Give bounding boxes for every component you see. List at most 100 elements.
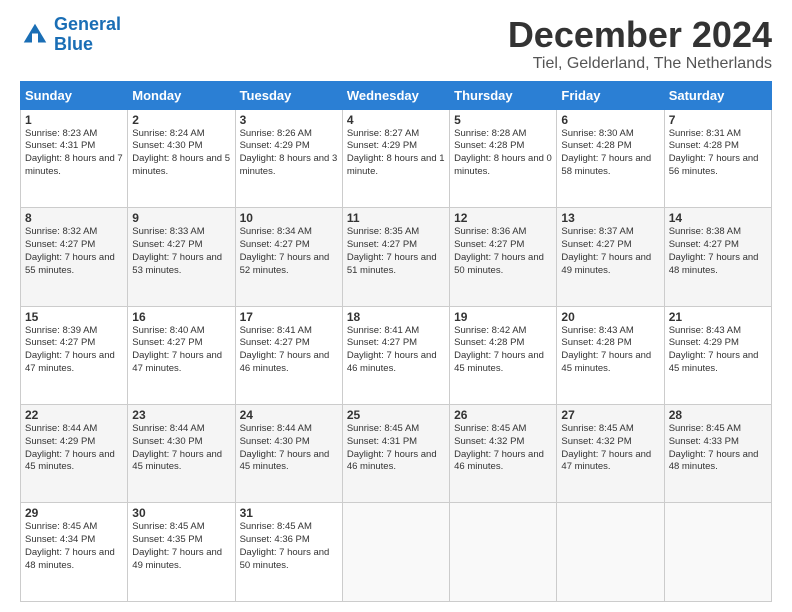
sunrise-label: Sunrise: 8:32 AM bbox=[25, 226, 97, 237]
day-info: Sunrise: 8:40 AMSunset: 4:27 PMDaylight:… bbox=[132, 325, 230, 376]
sunset-label: Sunset: 4:27 PM bbox=[240, 337, 310, 348]
sunrise-label: Sunrise: 8:26 AM bbox=[240, 128, 312, 139]
table-row: 3Sunrise: 8:26 AMSunset: 4:29 PMDaylight… bbox=[235, 109, 342, 207]
day-number: 24 bbox=[240, 408, 338, 422]
sunrise-label: Sunrise: 8:41 AM bbox=[240, 325, 312, 336]
table-row: 29Sunrise: 8:45 AM Sunset: 4:34 PM Dayligh… bbox=[21, 503, 128, 602]
day-info: Sunrise: 8:38 AMSunset: 4:27 PMDaylight:… bbox=[669, 226, 767, 277]
table-row: 20Sunrise: 8:43 AMSunset: 4:28 PMDayligh… bbox=[557, 306, 664, 404]
sunrise-label: Sunrise: 8:42 AM bbox=[454, 325, 526, 336]
day-info: Sunrise: 8:36 AMSunset: 4:27 PMDaylight:… bbox=[454, 226, 552, 277]
sunrise-label: Sunrise: 8:45 AM bbox=[561, 423, 633, 434]
day-info: Sunrise: 8:44 AMSunset: 4:30 PMDaylight:… bbox=[240, 423, 338, 474]
day-number: 7 bbox=[669, 113, 767, 127]
table-row bbox=[557, 503, 664, 602]
day-number: 23 bbox=[132, 408, 230, 422]
sunrise-label: Sunrise: 8:41 AM bbox=[347, 325, 419, 336]
col-wednesday: Wednesday bbox=[342, 81, 449, 109]
table-row bbox=[450, 503, 557, 602]
table-row: 2Sunrise: 8:24 AMSunset: 4:30 PMDaylight… bbox=[128, 109, 235, 207]
sunrise-label: Sunrise: 8:34 AM bbox=[240, 226, 312, 237]
sunset-label: Sunset: 4:28 PM bbox=[669, 140, 739, 151]
sunset-label: Sunset: 4:30 PM bbox=[240, 436, 310, 447]
sunset-label: Sunset: 4:31 PM bbox=[25, 140, 95, 151]
calendar-week-row: 15Sunrise: 8:39 AMSunset: 4:27 PMDayligh… bbox=[21, 306, 772, 404]
header: General Blue December 2024 Tiel, Gelderl… bbox=[20, 15, 772, 73]
daylight-label: Daylight: 7 hours and 51 minutes. bbox=[347, 252, 437, 276]
table-row: 9Sunrise: 8:33 AMSunset: 4:27 PMDaylight… bbox=[128, 208, 235, 306]
sunset-label: Sunset: 4:28 PM bbox=[561, 140, 631, 151]
daylight-label: Daylight: 7 hours and 48 minutes. bbox=[669, 449, 759, 473]
day-info: Sunrise: 8:45 AMSunset: 4:32 PMDaylight:… bbox=[454, 423, 552, 474]
day-number: 11 bbox=[347, 211, 445, 225]
daylight-label: Daylight: 7 hours and 50 minutes. bbox=[240, 547, 330, 571]
day-info: Sunrise: 8:24 AMSunset: 4:30 PMDaylight:… bbox=[132, 128, 230, 179]
table-row: 11Sunrise: 8:35 AMSunset: 4:27 PMDayligh… bbox=[342, 208, 449, 306]
sunrise-label: Sunrise: 8:45 AM bbox=[669, 423, 741, 434]
table-row: 25Sunrise: 8:45 AMSunset: 4:31 PMDayligh… bbox=[342, 405, 449, 503]
sunset-label: Sunset: 4:31 PM bbox=[347, 436, 417, 447]
day-number: 6 bbox=[561, 113, 659, 127]
table-row: 31Sunrise: 8:45 AMSunset: 4:36 PMDayligh… bbox=[235, 503, 342, 602]
day-number: 17 bbox=[240, 310, 338, 324]
day-number: 29 bbox=[25, 506, 123, 520]
day-number: 28 bbox=[669, 408, 767, 422]
day-info: Sunrise: 8:27 AMSunset: 4:29 PMDaylight:… bbox=[347, 128, 445, 179]
daylight-label: Daylight: 7 hours and 50 minutes. bbox=[454, 252, 544, 276]
table-row: 30Sunrise: 8:45 AMSunset: 4:35 PMDayligh… bbox=[128, 503, 235, 602]
calendar-table: Sunday Monday Tuesday Wednesday Thursday… bbox=[20, 81, 772, 602]
daylight-label: Daylight: 7 hours and 47 minutes. bbox=[25, 350, 115, 374]
sunrise-label: Sunrise: 8:23 AM bbox=[25, 128, 97, 139]
day-info: Sunrise: 8:45 AM Sunset: 4:34 PM Daylight:… bbox=[25, 521, 123, 572]
logo-line1: General bbox=[54, 14, 121, 34]
daylight-label: Daylight: 7 hours and 45 minutes. bbox=[132, 449, 222, 473]
daylight-label: Daylight: 7 hours and 45 minutes. bbox=[454, 350, 544, 374]
daylight-label: Daylight: 7 hours and 46 minutes. bbox=[454, 449, 544, 473]
logo-icon bbox=[20, 20, 50, 50]
table-row: 13Sunrise: 8:37 AMSunset: 4:27 PMDayligh… bbox=[557, 208, 664, 306]
table-row: 10Sunrise: 8:34 AMSunset: 4:27 PMDayligh… bbox=[235, 208, 342, 306]
sunrise-label: Sunrise: 8:37 AM bbox=[561, 226, 633, 237]
day-number: 30 bbox=[132, 506, 230, 520]
daylight-label: Daylight: 8 hours and 5 minutes. bbox=[132, 153, 230, 177]
page: General Blue December 2024 Tiel, Gelderl… bbox=[0, 0, 792, 612]
sunset-label: Sunset: 4:29 PM bbox=[240, 140, 310, 151]
day-number: 3 bbox=[240, 113, 338, 127]
sunset-label: Sunset: 4:28 PM bbox=[561, 337, 631, 348]
day-info: Sunrise: 8:30 AMSunset: 4:28 PMDaylight:… bbox=[561, 128, 659, 179]
table-row: 27Sunrise: 8:45 AMSunset: 4:32 PMDayligh… bbox=[557, 405, 664, 503]
calendar-header-row: Sunday Monday Tuesday Wednesday Thursday… bbox=[21, 81, 772, 109]
sunrise-label: Sunrise: 8:44 AM bbox=[240, 423, 312, 434]
daylight-label: Daylight: 8 hours and 7 minutes. bbox=[25, 153, 123, 177]
sunrise-label: Sunrise: 8:45 AM bbox=[25, 521, 97, 532]
day-number: 18 bbox=[347, 310, 445, 324]
day-number: 13 bbox=[561, 211, 659, 225]
month-title: December 2024 bbox=[508, 15, 772, 55]
sunset-label: Sunset: 4:32 PM bbox=[454, 436, 524, 447]
table-row: 28Sunrise: 8:45 AMSunset: 4:33 PMDayligh… bbox=[664, 405, 771, 503]
daylight-label: Daylight: 7 hours and 49 minutes. bbox=[132, 547, 222, 571]
table-row: 23Sunrise: 8:44 AMSunset: 4:30 PMDayligh… bbox=[128, 405, 235, 503]
day-info: Sunrise: 8:45 AMSunset: 4:35 PMDaylight:… bbox=[132, 521, 230, 572]
table-row: 6Sunrise: 8:30 AMSunset: 4:28 PMDaylight… bbox=[557, 109, 664, 207]
day-info: Sunrise: 8:44 AMSunset: 4:29 PMDaylight:… bbox=[25, 423, 123, 474]
logo: General Blue bbox=[20, 15, 121, 55]
sunrise-label: Sunrise: 8:40 AM bbox=[132, 325, 204, 336]
daylight-label: Daylight: 7 hours and 49 minutes. bbox=[561, 252, 651, 276]
sunrise-label: Sunrise: 8:43 AM bbox=[561, 325, 633, 336]
day-info: Sunrise: 8:43 AMSunset: 4:29 PMDaylight:… bbox=[669, 325, 767, 376]
day-number: 19 bbox=[454, 310, 552, 324]
col-thursday: Thursday bbox=[450, 81, 557, 109]
col-monday: Monday bbox=[128, 81, 235, 109]
sunrise-label: Sunrise: 8:30 AM bbox=[561, 128, 633, 139]
table-row: 22Sunrise: 8:44 AMSunset: 4:29 PMDayligh… bbox=[21, 405, 128, 503]
daylight-label: Daylight: 7 hours and 53 minutes. bbox=[132, 252, 222, 276]
day-info: Sunrise: 8:31 AMSunset: 4:28 PMDaylight:… bbox=[669, 128, 767, 179]
daylight-label: Daylight: 7 hours and 48 minutes. bbox=[25, 547, 115, 571]
sunset-label: Sunset: 4:32 PM bbox=[561, 436, 631, 447]
sunset-label: Sunset: 4:30 PM bbox=[132, 436, 202, 447]
daylight-label: Daylight: 7 hours and 55 minutes. bbox=[25, 252, 115, 276]
daylight-label: Daylight: 7 hours and 46 minutes. bbox=[240, 350, 330, 374]
calendar-week-row: 29Sunrise: 8:45 AM Sunset: 4:34 PM Dayligh… bbox=[21, 503, 772, 602]
sunset-label: Sunset: 4:34 PM bbox=[25, 534, 95, 545]
